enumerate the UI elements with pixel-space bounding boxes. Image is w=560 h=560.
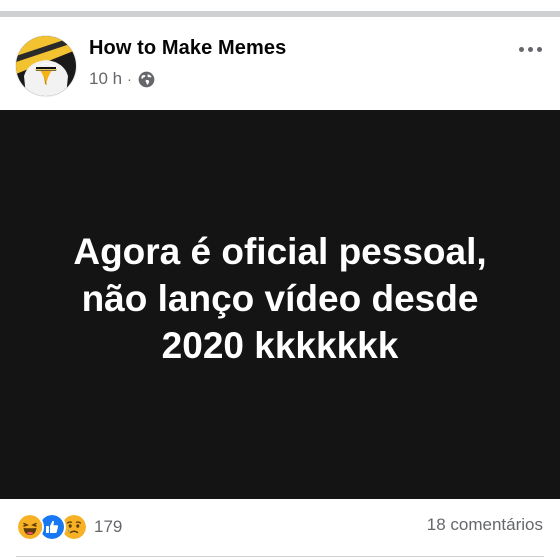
post-card: How to Make Memes 10 h · Agora é oficial… (0, 17, 560, 560)
post-time[interactable]: 10 h (89, 69, 122, 89)
post-image[interactable]: Agora é oficial pessoal, não lanço vídeo… (0, 110, 560, 499)
more-dots-icon (518, 46, 524, 52)
globe-icon (138, 71, 155, 87)
meta-separator: · (127, 71, 132, 87)
image-caption-text: Agora é oficial pessoal, não lanço vídeo… (73, 231, 487, 366)
page-name[interactable]: How to Make Memes (89, 37, 286, 60)
top-separator (0, 0, 560, 18)
more-dots-icon (527, 46, 533, 52)
haha-icon (16, 513, 44, 541)
more-dots-icon (536, 46, 542, 52)
post-meta: 10 h · (89, 68, 155, 90)
reactions-summary[interactable]: 179 (16, 512, 122, 542)
footer-divider (16, 556, 544, 557)
comments-count-link[interactable]: 18 comentários (427, 515, 543, 535)
reaction-count[interactable]: 179 (94, 517, 122, 537)
more-options-button[interactable] (512, 39, 548, 59)
page-avatar[interactable] (16, 36, 76, 96)
eagle-avatar-icon (16, 36, 76, 96)
